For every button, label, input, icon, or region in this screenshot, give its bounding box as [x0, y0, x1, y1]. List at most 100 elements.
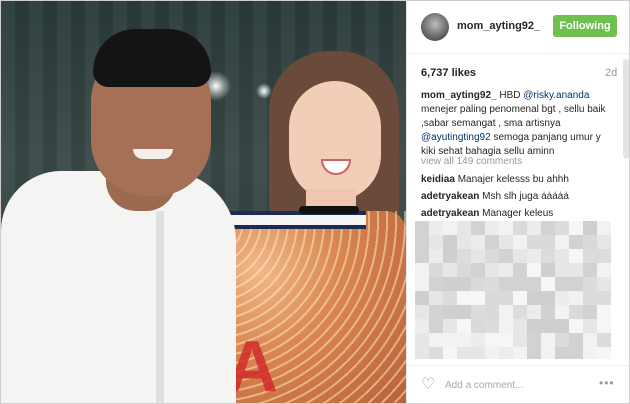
- mosaic-cell: [457, 305, 471, 319]
- mosaic-cell: [485, 235, 499, 249]
- view-all-comments-link[interactable]: view all 149 comments: [421, 156, 522, 167]
- mosaic-cell: [485, 277, 499, 291]
- comment-item: keidiaa Manajer kelesss bu ahhh: [421, 174, 621, 185]
- mosaic-cell: [569, 249, 583, 263]
- mosaic-cell: [513, 319, 527, 333]
- mosaic-cell: [429, 221, 443, 235]
- comment-username[interactable]: adetryakean: [421, 208, 479, 219]
- mosaic-cell: [471, 277, 485, 291]
- mosaic-cell: [597, 291, 611, 305]
- mosaic-cell: [499, 347, 513, 359]
- mosaic-cell: [457, 249, 471, 263]
- mosaic-cell: [541, 305, 555, 319]
- mosaic-cell: [471, 305, 485, 319]
- mosaic-cell: [527, 249, 541, 263]
- post-caption: mom_ayting92_ HBD @risky.ananda menejer …: [421, 89, 617, 159]
- mosaic-cell: [415, 291, 429, 305]
- mosaic-cell: [499, 263, 513, 277]
- mosaic-cell: [527, 277, 541, 291]
- mosaic-cell: [485, 333, 499, 347]
- mosaic-cell: [415, 263, 429, 277]
- comment-username[interactable]: keidiaa: [421, 174, 455, 185]
- avatar[interactable]: [421, 13, 449, 41]
- mosaic-cell: [485, 347, 499, 359]
- mosaic-cell: [555, 235, 569, 249]
- mosaic-cell: [583, 305, 597, 319]
- mosaic-cell: [541, 291, 555, 305]
- mosaic-cell: [499, 277, 513, 291]
- mosaic-cell: [583, 333, 597, 347]
- more-options-icon[interactable]: •••: [599, 376, 615, 390]
- mosaic-cell: [485, 263, 499, 277]
- man-hair: [93, 29, 211, 87]
- mosaic-cell: [429, 333, 443, 347]
- caption-username[interactable]: mom_ayting92_: [421, 90, 497, 101]
- caption-mention-risky[interactable]: @risky.ananda: [523, 90, 589, 101]
- mosaic-cell: [513, 347, 527, 359]
- mosaic-cell: [499, 319, 513, 333]
- mosaic-cell: [415, 319, 429, 333]
- mosaic-cell: [443, 347, 457, 359]
- mosaic-cell: [527, 221, 541, 235]
- post-username[interactable]: mom_ayting92_: [457, 20, 540, 32]
- mosaic-cell: [541, 263, 555, 277]
- man-smile: [133, 149, 173, 159]
- mosaic-cell: [415, 235, 429, 249]
- mosaic-cell: [569, 277, 583, 291]
- mosaic-cell: [443, 333, 457, 347]
- mosaic-cell: [429, 277, 443, 291]
- post-header: mom_ayting92_ Following: [407, 1, 629, 54]
- comment-item: adetryakean Msh slh juga ẚẚẚẚẚ: [421, 191, 621, 202]
- mosaic-cell: [513, 235, 527, 249]
- mosaic-cell: [583, 277, 597, 291]
- caption-text-start: HBD: [499, 90, 521, 101]
- post-photo[interactable]: A: [1, 1, 406, 403]
- likes-count[interactable]: 6,737 likes: [421, 67, 476, 79]
- mosaic-cell: [415, 333, 429, 347]
- mosaic-cell: [569, 221, 583, 235]
- mosaic-cell: [583, 249, 597, 263]
- comment-item: adetryakean Manager keleus: [421, 208, 621, 219]
- comment-username[interactable]: adetryakean: [421, 191, 479, 202]
- mosaic-cell: [513, 263, 527, 277]
- mosaic-cell: [583, 263, 597, 277]
- mosaic-cell: [513, 249, 527, 263]
- mosaic-cell: [499, 305, 513, 319]
- mosaic-cell: [443, 263, 457, 277]
- caption-mention-ayutingting[interactable]: @ayutingting92: [421, 132, 491, 143]
- scrollbar[interactable]: [623, 59, 629, 159]
- mosaic-cell: [555, 277, 569, 291]
- mosaic-cell: [541, 235, 555, 249]
- caption-text-middle: menejer paling penomenal bgt , sellu bai…: [421, 104, 606, 129]
- pixelated-comments-area: [415, 221, 611, 359]
- following-button[interactable]: Following: [553, 15, 617, 37]
- mosaic-cell: [541, 249, 555, 263]
- mosaic-cell: [597, 347, 611, 359]
- mosaic-cell: [471, 235, 485, 249]
- mosaic-cell: [527, 291, 541, 305]
- mosaic-cell: [443, 249, 457, 263]
- mosaic-cell: [457, 277, 471, 291]
- mosaic-cell: [569, 305, 583, 319]
- mosaic-cell: [597, 235, 611, 249]
- mosaic-cell: [555, 347, 569, 359]
- choker-necklace: [299, 206, 359, 214]
- comment-text: Msh slh juga ẚẚẚẚẚ: [482, 191, 569, 202]
- mosaic-cell: [527, 319, 541, 333]
- mosaic-cell: [429, 249, 443, 263]
- mosaic-cell: [457, 347, 471, 359]
- mosaic-cell: [429, 347, 443, 359]
- mosaic-cell: [457, 291, 471, 305]
- mosaic-cell: [471, 347, 485, 359]
- post-time[interactable]: 2d: [605, 67, 617, 79]
- add-comment-input[interactable]: [445, 376, 585, 394]
- mosaic-cell: [597, 333, 611, 347]
- mosaic-cell: [457, 235, 471, 249]
- heart-icon[interactable]: ♡: [421, 376, 439, 394]
- mosaic-cell: [541, 319, 555, 333]
- mosaic-cell: [555, 305, 569, 319]
- woman-face: [289, 81, 381, 201]
- mosaic-cell: [471, 333, 485, 347]
- mosaic-cell: [415, 277, 429, 291]
- mosaic-cell: [485, 249, 499, 263]
